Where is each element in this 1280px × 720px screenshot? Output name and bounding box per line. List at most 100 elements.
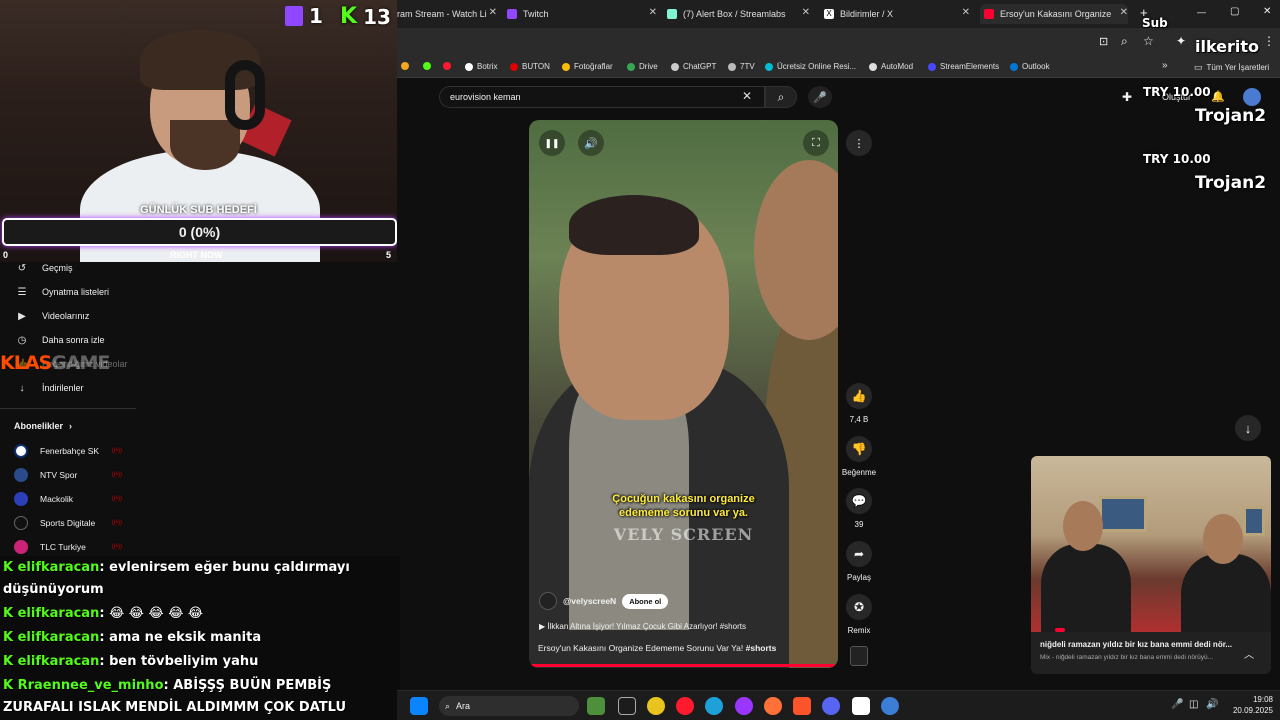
bookmark-botrix[interactable]: Botrix	[465, 62, 497, 71]
tab-streamlabs[interactable]: (7) Alert Box / Streamlabs ✕	[667, 4, 810, 24]
dislike-button[interactable]: 👎 Beğenme	[838, 436, 880, 477]
app-icon[interactable]	[735, 697, 753, 715]
pause-button[interactable]: ❚❚	[539, 130, 565, 156]
volume-button[interactable]: 🔊	[578, 130, 604, 156]
network-icon[interactable]: ◫	[1189, 699, 1198, 710]
bookmark-automod[interactable]: AutoMod	[869, 62, 913, 71]
sidebar-sub-tlc[interactable]: TLC Turkiye ((•))	[0, 539, 136, 555]
webcam-overlay: 1 K 13 GÜNLÜK SUB HEDEFİ 0 (0%) 0 RIGHT …	[0, 0, 397, 262]
webcam-person	[170, 120, 240, 170]
sidebar-sub-fenerbahce[interactable]: Fenerbahçe SK ((•))	[0, 443, 136, 459]
share-icon: ➦	[853, 547, 865, 561]
close-icon[interactable]: ✕	[802, 7, 810, 18]
bookmark-buton[interactable]: BUTON	[510, 62, 550, 71]
like-button[interactable]: 👍 7,4 B	[838, 383, 880, 424]
close-icon[interactable]: ✕	[649, 7, 657, 18]
tab-x[interactable]: X Bildirimler / X ✕	[824, 4, 970, 24]
channel-name[interactable]: @velyscreeN	[563, 596, 616, 606]
widget-icon[interactable]	[587, 697, 605, 715]
sidebar-item-playlists[interactable]: ☰ Oynatma listeleri	[0, 283, 136, 301]
bookmark-image-tool[interactable]: Ücretsiz Online Resi...	[765, 62, 856, 71]
comments-button[interactable]: 💬 39	[838, 488, 880, 529]
bookmarks-overflow-button[interactable]: »	[1162, 60, 1168, 71]
minimize-button[interactable]: —	[1197, 7, 1206, 17]
create-icon[interactable]: ✚	[1122, 90, 1132, 104]
maximize-button[interactable]: ▢	[1230, 6, 1239, 17]
search-button[interactable]: ⌕	[765, 86, 797, 108]
close-icon[interactable]: ✕	[1120, 7, 1128, 18]
more-options-button[interactable]: ⋮	[846, 130, 872, 156]
bookmark-folder-icon[interactable]	[401, 62, 409, 70]
subscriptions-label: Abonelikler	[14, 421, 64, 431]
brave-icon[interactable]	[793, 697, 811, 715]
opera-icon[interactable]	[676, 697, 694, 715]
avatar[interactable]	[1243, 88, 1261, 106]
tab-youtube-active[interactable]: Ersoy'un Kakasını Organize ✕	[980, 4, 1128, 24]
subscribe-button[interactable]: Abone ol	[622, 593, 669, 609]
voice-search-button[interactable]: 🎤	[808, 86, 832, 108]
taskbar-search[interactable]: ⌕ Ara	[439, 696, 579, 716]
sidebar-sub-sportsdigitale[interactable]: Sports Digitale ((•))	[0, 515, 136, 531]
close-icon[interactable]: ✕	[489, 7, 497, 18]
miniplayer[interactable]: niğdeli ramazan yıldız bir kız bana emmi…	[1031, 456, 1271, 674]
subscriptions-header[interactable]: Abonelikler ›	[0, 417, 136, 435]
video-tagline[interactable]: ▶ İlkkan Altına İşiyor! Yılmaz Çocuk Gib…	[539, 622, 746, 631]
close-icon[interactable]: ✕	[962, 7, 970, 18]
bookmark-drive[interactable]: Drive	[627, 62, 658, 71]
discord-icon[interactable]	[822, 697, 840, 715]
video-title[interactable]: Ersoy'un Kakasını Organize Edememe Sorun…	[538, 643, 828, 653]
channel-avatar[interactable]	[539, 592, 557, 610]
bookmark-opera-icon[interactable]	[443, 62, 451, 70]
tab-twitch[interactable]: Twitch ✕	[507, 4, 657, 24]
twitch-icon	[285, 6, 303, 26]
install-app-icon[interactable]: ⊡	[1099, 35, 1108, 48]
zoom-icon[interactable]: ⌕	[1121, 34, 1128, 49]
sidebar-sub-ntvspor[interactable]: NTV Spor ((•))	[0, 467, 136, 483]
next-video-button[interactable]: ↓	[1235, 415, 1261, 441]
bookmark-chatgpt[interactable]: ChatGPT	[671, 62, 716, 71]
sidebar-item-history[interactable]: ↺ Geçmiş	[0, 259, 136, 277]
miniplayer-progress[interactable]	[1055, 628, 1065, 632]
settings-icon[interactable]	[881, 697, 899, 715]
chrome-icon[interactable]	[647, 697, 665, 715]
obs-icon[interactable]	[852, 697, 870, 715]
close-window-button[interactable]: ✕	[1263, 6, 1271, 17]
search-input[interactable]: eurovision keman	[439, 86, 765, 108]
sidebar-item-your-videos[interactable]: ▶ Videolarınız	[0, 307, 136, 325]
tab-kick-stream[interactable]: ram Stream - Watch Li ✕	[397, 4, 497, 24]
bookmark-outlook[interactable]: Outlook	[1010, 62, 1050, 71]
sidebar-item-watch-later[interactable]: ◷ Daha sonra izle	[0, 331, 136, 349]
chat-username: elifkaracan	[17, 606, 100, 621]
extensions-icon[interactable]: ✦	[1176, 34, 1186, 48]
sidebar-sub-mackolik[interactable]: Mackolik ((•))	[0, 491, 136, 507]
like-count: 7,4 B	[849, 415, 869, 424]
miniplayer-title[interactable]: niğdeli ramazan yıldız bir kız bana emmi…	[1040, 640, 1232, 649]
menu-dots-icon[interactable]: ⋮	[1263, 34, 1275, 48]
bookmark-streamelements[interactable]: StreamElements	[928, 62, 999, 71]
shorts-video-player[interactable]: ❚❚ 🔊 ⛶ Çocuğun kakasını organize edememe…	[529, 120, 838, 668]
video-title-tag[interactable]: #shorts	[746, 643, 777, 653]
sidebar-item-downloads[interactable]: ↓ İndirilenler	[0, 379, 136, 397]
system-clock[interactable]: 19:08 20.09.2025	[1221, 694, 1273, 716]
bookmark-photos[interactable]: Fotoğraflar	[562, 62, 613, 71]
bookmark-7tv[interactable]: 7TV	[728, 62, 755, 71]
remix-button[interactable]: ✪ Remix	[838, 594, 880, 635]
all-bookmarks-button[interactable]: ▭ Tüm Yer İşaretleri	[1194, 62, 1269, 73]
task-view-icon[interactable]	[618, 697, 636, 715]
edge-icon[interactable]	[705, 697, 723, 715]
miniplayer-thumbnail[interactable]	[1031, 456, 1271, 632]
bookmark-star-icon[interactable]: ☆	[1143, 34, 1154, 48]
firefox-icon[interactable]	[764, 697, 782, 715]
bookmark-kick-icon[interactable]	[423, 62, 431, 70]
clear-search-icon[interactable]: ✕	[742, 89, 752, 103]
mic-icon[interactable]: 🎤	[1171, 699, 1183, 710]
chevron-up-icon[interactable]: ︿	[1244, 646, 1254, 661]
channel-thumbnail-icon[interactable]	[850, 646, 868, 666]
live-icon: ((•))	[111, 544, 122, 550]
windows-start-icon[interactable]	[410, 697, 428, 715]
video-progress-bar[interactable]	[529, 664, 835, 667]
fullscreen-button[interactable]: ⛶	[803, 130, 829, 156]
notifications-bell-icon[interactable]: 🔔	[1211, 90, 1225, 103]
volume-icon[interactable]: 🔊	[1206, 699, 1218, 710]
share-button[interactable]: ➦ Paylaş	[838, 541, 880, 582]
